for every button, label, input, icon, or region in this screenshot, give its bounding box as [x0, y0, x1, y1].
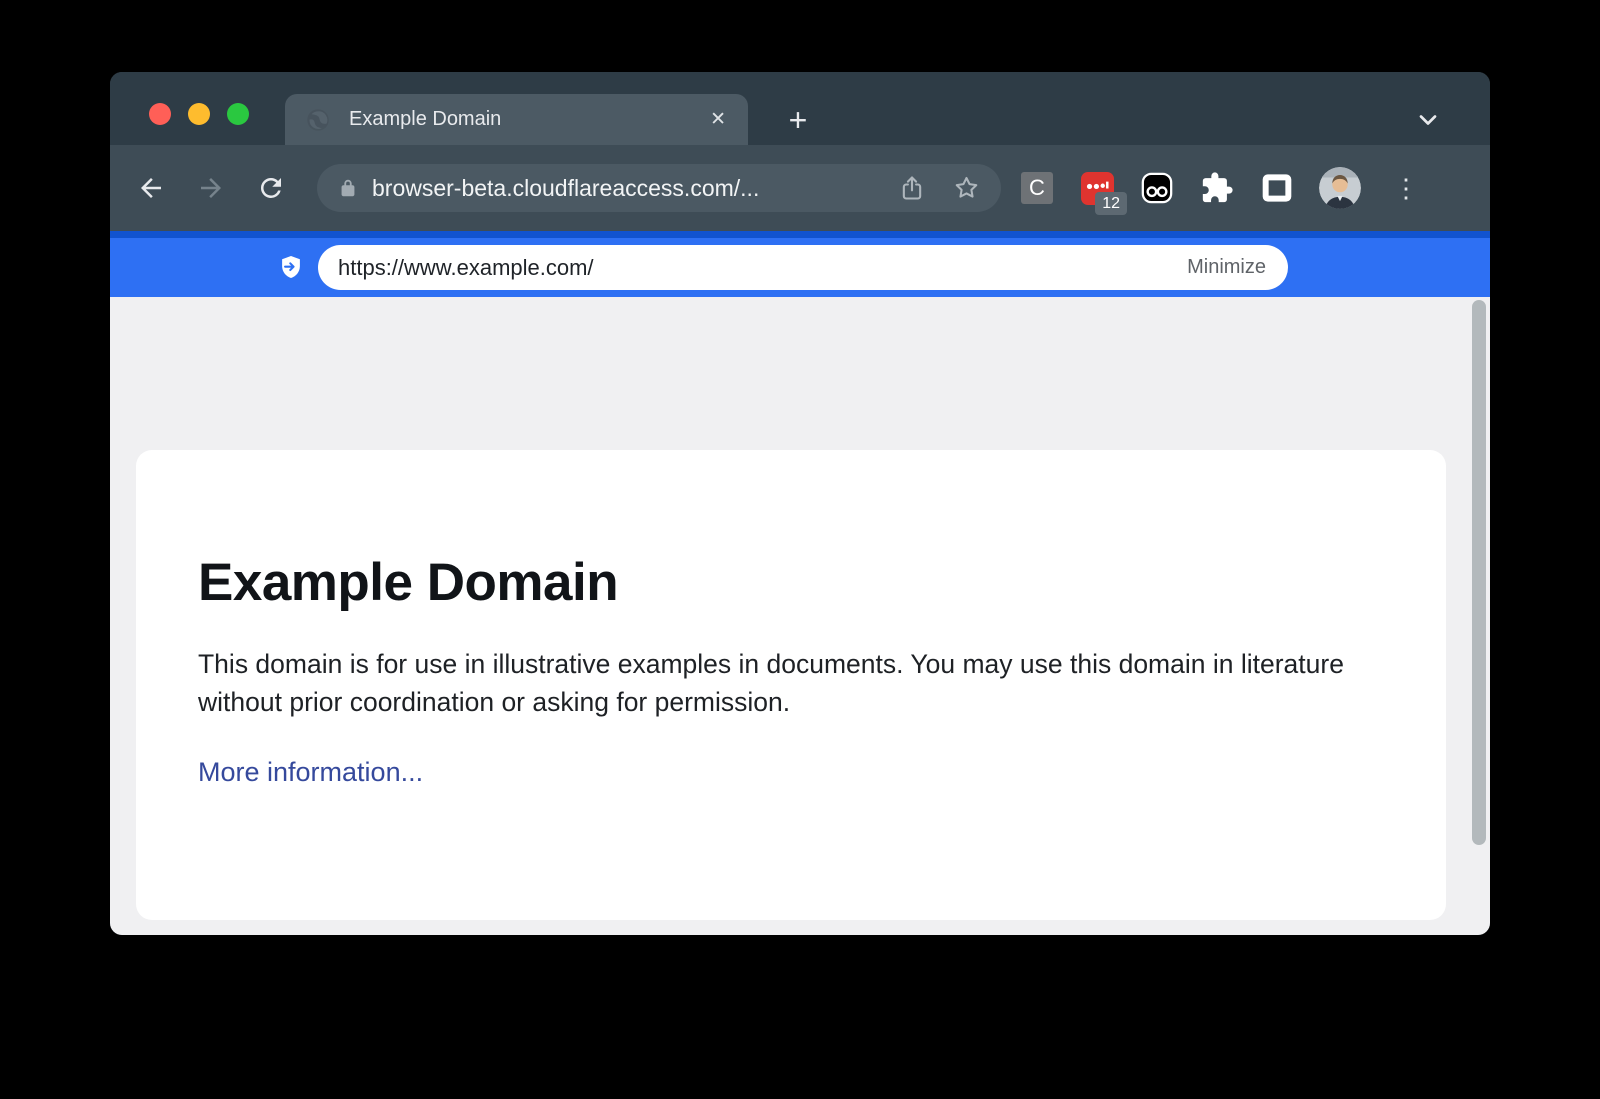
active-tab[interactable]: Example Domain ✕ [285, 94, 748, 145]
extensions-row: C 12 [1019, 167, 1421, 209]
chevron-down-icon[interactable] [1414, 106, 1442, 134]
browser-toolbar: browser-beta.cloudflareaccess.com/... C [110, 145, 1490, 231]
tab-close-icon[interactable]: ✕ [704, 106, 732, 133]
isolation-bar-divider [110, 231, 1490, 238]
browser-window: Example Domain ✕ + browser-beta.cloudfla… [110, 72, 1490, 935]
back-arrow-icon [136, 173, 166, 203]
extension-badge-count: 12 [1095, 192, 1127, 215]
isolated-url-pill: Minimize [318, 245, 1288, 290]
kebab-menu-icon: ⋮ [1393, 180, 1413, 196]
address-bar-url: browser-beta.cloudflareaccess.com/... [372, 175, 759, 202]
side-panel-button[interactable] [1259, 170, 1295, 206]
back-button[interactable] [132, 169, 170, 207]
side-panel-icon [1260, 171, 1294, 205]
isolated-url-input[interactable] [318, 255, 1179, 281]
minimize-bar-button[interactable]: Minimize [1179, 256, 1288, 279]
isolation-shield-icon [278, 254, 304, 280]
fullscreen-window-button[interactable] [227, 103, 249, 125]
lock-icon [337, 177, 359, 199]
profile-avatar[interactable] [1319, 167, 1361, 209]
browser-menu-button[interactable]: ⋮ [1385, 170, 1421, 206]
bookmark-star-icon[interactable] [952, 174, 981, 203]
address-bar[interactable]: browser-beta.cloudflareaccess.com/... [317, 164, 1001, 212]
page-viewport: Example Domain This domain is for use in… [110, 297, 1490, 935]
scrollbar-thumb[interactable] [1472, 300, 1486, 845]
minimize-window-button[interactable] [188, 103, 210, 125]
extension-glasses-button[interactable] [1139, 170, 1175, 206]
reload-icon [256, 173, 286, 203]
extension-c-icon: C [1021, 172, 1053, 204]
glasses-icon [1140, 171, 1174, 205]
more-information-link[interactable]: More information... [198, 757, 423, 788]
page-paragraph: This domain is for use in illustrative e… [198, 645, 1353, 721]
extension-c-button[interactable]: C [1019, 170, 1055, 206]
tab-strip: Example Domain ✕ + [110, 72, 1490, 145]
globe-favicon-icon [305, 107, 331, 133]
reload-button[interactable] [252, 169, 290, 207]
forward-button[interactable] [192, 169, 230, 207]
isolation-bar: Minimize [110, 238, 1490, 297]
forward-arrow-icon [196, 173, 226, 203]
extensions-menu-button[interactable] [1199, 170, 1235, 206]
close-window-button[interactable] [149, 103, 171, 125]
page-title: Example Domain [198, 552, 1384, 613]
new-tab-button[interactable]: + [778, 100, 818, 140]
extension-red-button[interactable]: 12 [1079, 170, 1115, 206]
puzzle-piece-icon [1200, 171, 1234, 205]
share-icon[interactable] [898, 174, 926, 202]
tab-title: Example Domain [349, 108, 704, 131]
example-domain-card: Example Domain This domain is for use in… [136, 450, 1446, 920]
